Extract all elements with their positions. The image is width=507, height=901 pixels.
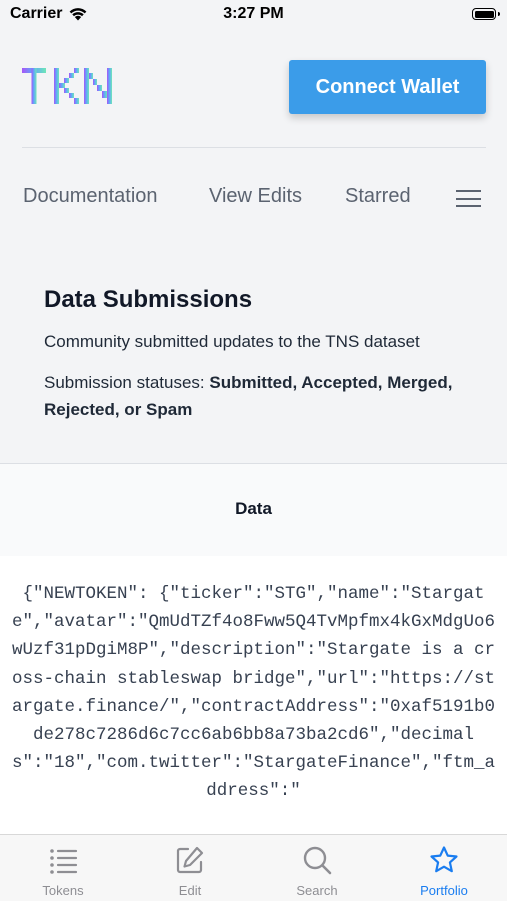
search-icon	[303, 846, 332, 875]
nav-view-edits[interactable]: View Edits	[209, 185, 302, 208]
tab-edit-label: Edit	[178, 883, 202, 898]
tab-edit[interactable]: Edit	[127, 835, 253, 901]
page-subtitle: Community submitted updates to the TNS d…	[44, 332, 420, 351]
tkn-logo[interactable]	[22, 66, 114, 106]
tab-tokens[interactable]: Tokens	[0, 835, 126, 901]
page-title: Data Submissions	[44, 286, 253, 313]
edit-icon	[176, 846, 204, 874]
star-icon	[430, 846, 458, 873]
table-row[interactable]: {"NEWTOKEN": {"ticker":"STG","name":"Sta…	[0, 556, 507, 834]
header-divider	[22, 147, 486, 148]
list-icon	[50, 849, 78, 874]
nav-documentation[interactable]: Documentation	[23, 185, 158, 208]
statuses-label: Submission statuses:	[44, 373, 210, 392]
hamburger-icon[interactable]	[456, 190, 481, 207]
tab-tokens-label: Tokens	[42, 883, 84, 898]
tab-bar: Tokens Edit Search Portfolio	[0, 834, 507, 901]
clock: 3:27 PM	[223, 5, 284, 22]
status-bar: Carrier 3:27 PM	[0, 0, 507, 32]
battery-icon	[472, 8, 500, 20]
submission-statuses: Submission statuses: Submitted, Accepted…	[44, 369, 474, 423]
tab-search-label: Search	[296, 883, 338, 898]
column-header-data: Data	[235, 499, 272, 518]
connect-wallet-button[interactable]: Connect Wallet	[289, 60, 486, 114]
data-cell-json: {"NEWTOKEN": {"ticker":"STG","name":"Sta…	[11, 584, 496, 802]
tab-search[interactable]: Search	[254, 835, 380, 901]
tab-portfolio[interactable]: Portfolio	[381, 835, 507, 901]
nav-starred[interactable]: Starred	[345, 185, 411, 208]
tab-portfolio-label: Portfolio	[420, 883, 468, 898]
top-nav: Documentation View Edits Starred	[0, 185, 507, 211]
